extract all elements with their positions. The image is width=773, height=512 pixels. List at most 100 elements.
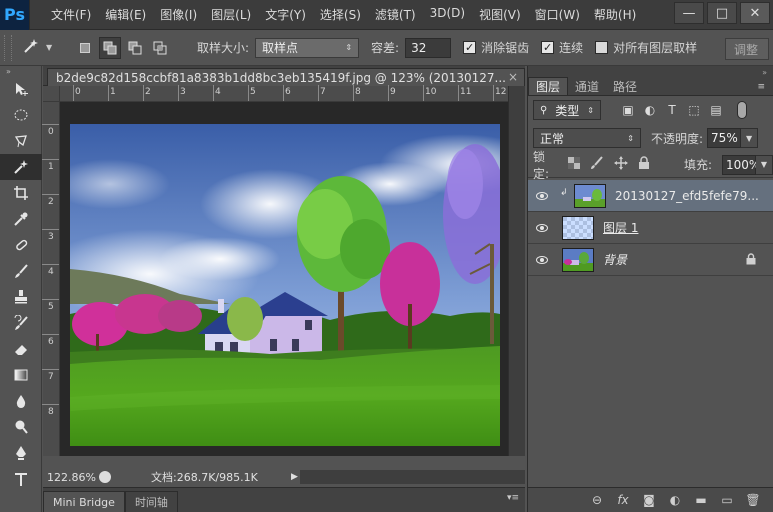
info-icon[interactable] (99, 471, 111, 483)
layer-style-fx-icon[interactable]: fx (616, 493, 630, 507)
lock-all-icon[interactable] (638, 156, 650, 173)
menu-view[interactable]: 视图(V) (472, 6, 528, 23)
panel-menu-icon[interactable]: ≡ (757, 82, 765, 92)
menu-select[interactable]: 选择(S) (313, 6, 368, 23)
crop-tool[interactable] (0, 180, 42, 206)
new-adjustment-layer-icon[interactable]: ◐ (668, 493, 682, 507)
healing-brush-tool[interactable] (0, 232, 42, 258)
document-image[interactable] (70, 124, 500, 446)
pen-tool[interactable] (0, 440, 42, 466)
ruler-tick-label: 9 (390, 87, 396, 97)
refine-edge-button[interactable]: 调整 (725, 38, 769, 60)
horizontal-ruler[interactable]: 0 1 2 3 4 5 6 7 8 9 10 11 12 (60, 85, 508, 102)
gradient-tool[interactable] (0, 362, 42, 388)
canvas-area[interactable] (60, 102, 508, 456)
horizontal-scrollbar[interactable] (300, 470, 525, 484)
menu-file[interactable]: 文件(F) (44, 6, 98, 23)
intersect-selection-button[interactable] (149, 37, 171, 59)
layer-row[interactable]: 图层 1 (528, 212, 773, 244)
filter-kind-dropdown[interactable]: ⚲ 类型 ⇕ (533, 100, 601, 120)
sample-all-layers-checkbox[interactable]: 对所有图层取样 (595, 39, 697, 56)
restore-button[interactable]: □ (707, 2, 737, 24)
tab-channels[interactable]: 通道 (568, 77, 606, 95)
dodge-tool[interactable] (0, 414, 42, 440)
new-group-folder-icon[interactable]: ▬ (694, 493, 708, 507)
tolerance-input[interactable]: 32 (405, 37, 452, 58)
trash-icon[interactable]: 🗑 (745, 493, 760, 507)
image-filter-icon[interactable]: ▣ (621, 103, 635, 117)
type-filter-icon[interactable]: T (665, 103, 679, 117)
eyedropper-tool[interactable] (0, 206, 42, 232)
layer-row[interactable]: 背景 (528, 244, 773, 276)
move-icon (16, 83, 28, 96)
visibility-toggle[interactable] (528, 223, 556, 232)
document-tab[interactable]: b2de9c82d158ccbf81a8383b1dd8bc3eb135419f… (47, 68, 525, 86)
panel-menu-icon[interactable]: ▾≡ (507, 493, 519, 503)
new-layer-icon[interactable]: ▭ (720, 493, 734, 507)
tab-layers[interactable]: 图层 (528, 77, 569, 95)
tab-paths[interactable]: 路径 (606, 77, 644, 95)
subtract-selection-button[interactable] (124, 37, 146, 59)
collapse-arrows-icon[interactable]: » (0, 66, 41, 76)
smart-object-filter-icon[interactable]: ▤ (709, 103, 723, 117)
close-icon[interactable]: × (508, 70, 518, 84)
menu-help[interactable]: 帮助(H) (587, 6, 643, 23)
sample-size-dropdown[interactable]: 取样点 ⇕ (255, 37, 360, 58)
history-brush-tool[interactable] (0, 310, 42, 336)
blend-mode-dropdown[interactable]: 正常 ⇕ (533, 128, 641, 148)
layers-panel-footer: ⊖ fx ◙ ◐ ▬ ▭ 🗑 (528, 487, 773, 512)
brush-tool[interactable] (0, 258, 42, 284)
opacity-input[interactable]: 75% (707, 128, 742, 148)
blur-tool[interactable] (0, 388, 42, 414)
magic-wand-tool[interactable] (0, 154, 42, 180)
options-grip[interactable] (4, 34, 12, 61)
menu-edit[interactable]: 编辑(E) (98, 6, 153, 23)
add-to-selection-button[interactable] (99, 36, 121, 59)
menu-layer[interactable]: 图层(L) (204, 6, 258, 23)
menu-filter[interactable]: 滤镜(T) (368, 6, 423, 23)
filter-toggle-switch[interactable] (737, 101, 747, 119)
checkmark-icon: ✓ (463, 41, 477, 54)
fill-slider-button[interactable]: ▼ (756, 154, 773, 175)
lasso-tool[interactable] (0, 128, 42, 154)
menu-image[interactable]: 图像(I) (153, 6, 204, 23)
add-mask-icon[interactable]: ◙ (642, 493, 656, 507)
play-arrow-icon[interactable]: ▶ (291, 472, 298, 482)
antialias-checkbox[interactable]: ✓ 消除锯齿 (463, 39, 529, 56)
fill-input[interactable]: 100% (722, 154, 760, 175)
type-tool[interactable] (0, 466, 42, 492)
lock-pixels-icon[interactable] (590, 156, 604, 173)
tool-preset-picker[interactable]: ▼ (22, 37, 62, 58)
ruler-origin[interactable] (43, 86, 60, 102)
lock-position-icon[interactable] (613, 156, 628, 173)
eraser-tool[interactable] (0, 336, 42, 362)
link-layers-icon[interactable]: ⊖ (590, 493, 604, 507)
clone-stamp-tool[interactable] (0, 284, 42, 310)
eye-icon (536, 191, 548, 200)
options-bar: ▼ 取样大小: 取样点 ⇕ 容差: 32 ✓ 消除锯齿 ✓ 连续 对所有图层取样… (0, 30, 773, 66)
zoom-level[interactable]: 122.86% (43, 471, 96, 484)
shape-filter-icon[interactable]: ⬚ (687, 103, 701, 117)
tab-timeline[interactable]: 时间轴 (124, 491, 178, 512)
visibility-toggle[interactable] (528, 191, 556, 200)
tab-mini-bridge[interactable]: Mini Bridge (43, 491, 125, 512)
contiguous-checkbox[interactable]: ✓ 连续 (541, 39, 583, 56)
adjustment-filter-icon[interactable]: ◐ (643, 103, 657, 117)
move-tool[interactable] (0, 76, 42, 102)
close-button[interactable]: ✕ (740, 2, 770, 24)
visibility-toggle[interactable] (528, 255, 556, 264)
opacity-slider-button[interactable]: ▼ (741, 128, 759, 148)
lock-transparent-icon[interactable] (567, 157, 580, 172)
elliptical-marquee-tool[interactable] (0, 102, 42, 128)
new-selection-button[interactable] (74, 37, 96, 59)
lasso-icon (14, 135, 27, 148)
menu-3d[interactable]: 3D(D) (423, 6, 472, 23)
menu-window[interactable]: 窗口(W) (528, 6, 587, 23)
vertical-scrollbar[interactable] (508, 86, 525, 456)
layer-row[interactable]: ↲ 20130127_efd5fefe79... (528, 180, 773, 212)
menu-type[interactable]: 文字(Y) (258, 6, 313, 23)
vertical-ruler[interactable]: 0 1 2 3 4 5 6 7 8 (42, 102, 60, 456)
ruler-tick-label: 1 (110, 87, 116, 97)
eye-icon (536, 223, 548, 232)
minimize-button[interactable]: — (674, 2, 704, 24)
